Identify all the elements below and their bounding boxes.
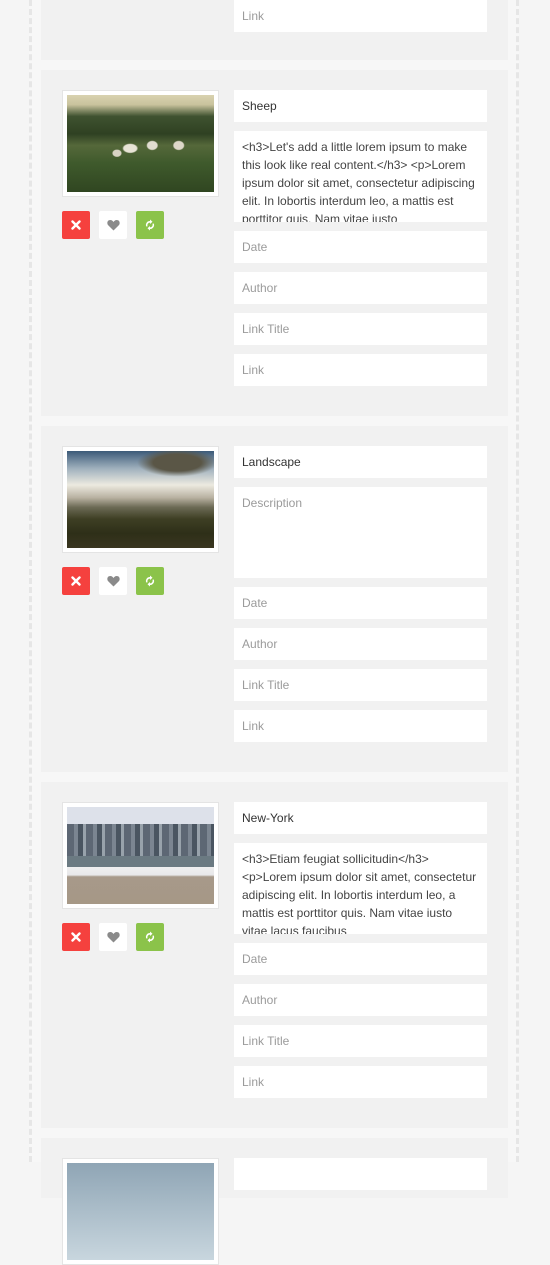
refresh-icon: [145, 931, 155, 943]
link-title-input[interactable]: Link Title: [234, 313, 487, 345]
refresh-button[interactable]: [136, 923, 164, 951]
slide-list: Link Sheep <h3>Let's add a little lorem …: [41, 0, 508, 1265]
new-york-image: [67, 807, 214, 904]
description-textarea[interactable]: <h3>Let's add a little lorem ipsum to ma…: [234, 131, 487, 222]
heart-icon: [106, 576, 120, 587]
link-input[interactable]: Link: [234, 710, 487, 742]
favorite-button[interactable]: [99, 211, 127, 239]
delete-button[interactable]: [62, 567, 90, 595]
link-input[interactable]: Link: [234, 0, 487, 32]
description-textarea[interactable]: <h3>Etiam feugiat sollicitudin</h3> <p>L…: [234, 843, 487, 934]
heart-icon: [106, 220, 120, 231]
title-input[interactable]: Landscape: [234, 446, 487, 478]
description-textarea[interactable]: Description: [234, 487, 487, 578]
title-input[interactable]: Sheep: [234, 90, 487, 122]
landscape-image: [67, 451, 214, 548]
slide-card-partial-top: Link: [41, 0, 508, 60]
link-input[interactable]: Link: [234, 1066, 487, 1098]
date-input[interactable]: Date: [234, 943, 487, 975]
heart-icon: [106, 932, 120, 943]
next-slide-image: [67, 1163, 214, 1260]
close-icon: [71, 220, 81, 230]
slide-card-partial-bottom: [41, 1138, 508, 1265]
author-input[interactable]: Author: [234, 628, 487, 660]
slide-thumbnail[interactable]: [62, 802, 219, 909]
favorite-button[interactable]: [99, 923, 127, 951]
author-input[interactable]: Author: [234, 984, 487, 1016]
slide-card: Sheep <h3>Let's add a little lorem ipsum…: [41, 70, 508, 416]
link-input[interactable]: Link: [234, 354, 487, 386]
link-title-input[interactable]: Link Title: [234, 669, 487, 701]
refresh-button[interactable]: [136, 567, 164, 595]
slide-thumbnail[interactable]: [62, 446, 219, 553]
close-icon: [71, 576, 81, 586]
refresh-icon: [145, 575, 155, 587]
delete-button[interactable]: [62, 923, 90, 951]
favorite-button[interactable]: [99, 567, 127, 595]
slide-thumbnail[interactable]: [62, 1158, 219, 1265]
refresh-button[interactable]: [136, 211, 164, 239]
slide-card: New-York <h3>Etiam feugiat sollicitudin<…: [41, 782, 508, 1128]
slide-thumbnail[interactable]: [62, 90, 219, 197]
sheep-image: [67, 95, 214, 192]
title-input[interactable]: [234, 1158, 487, 1190]
slide-card: Landscape Description Date Author Link T…: [41, 426, 508, 772]
delete-button[interactable]: [62, 211, 90, 239]
date-input[interactable]: Date: [234, 587, 487, 619]
close-icon: [71, 932, 81, 942]
refresh-icon: [145, 219, 155, 231]
date-input[interactable]: Date: [234, 231, 487, 263]
link-title-input[interactable]: Link Title: [234, 1025, 487, 1057]
title-input[interactable]: New-York: [234, 802, 487, 834]
author-input[interactable]: Author: [234, 272, 487, 304]
